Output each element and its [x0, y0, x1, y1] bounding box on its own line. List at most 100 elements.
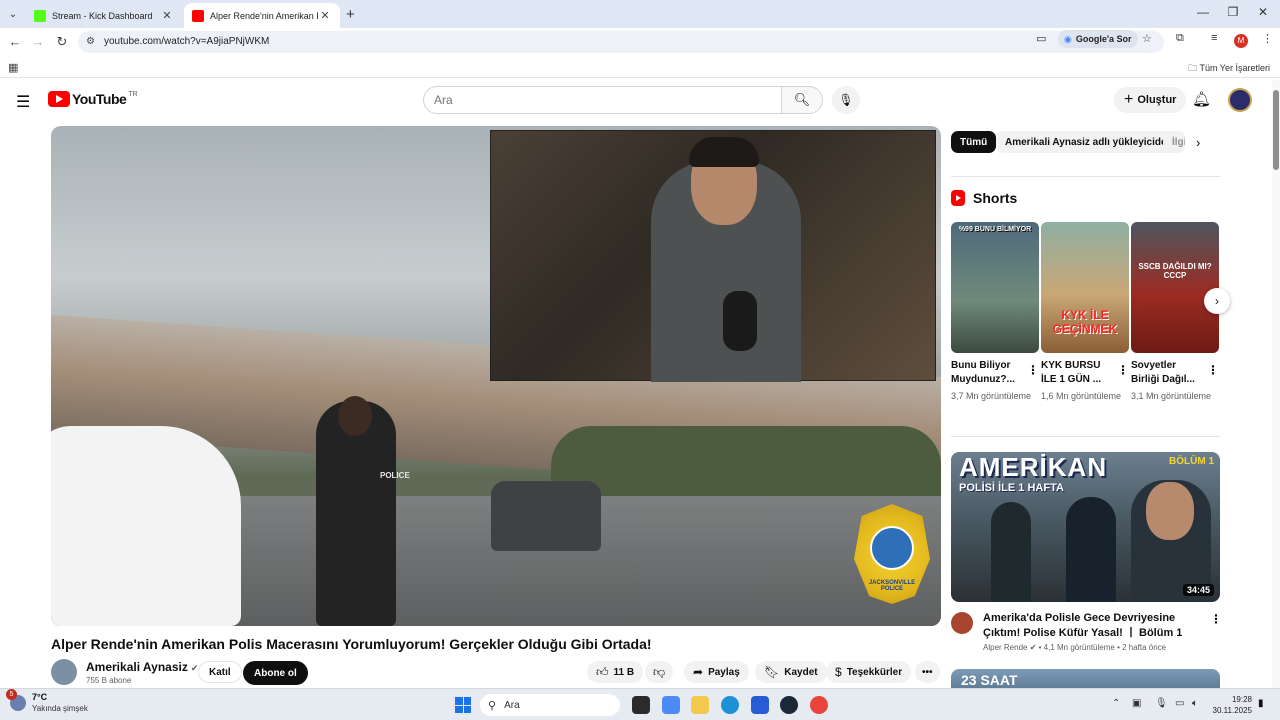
cast-icon[interactable]: ▭ — [1036, 32, 1046, 45]
volume-icon[interactable]: 🔈︎ — [1192, 698, 1198, 709]
short-item[interactable]: SSCB DAĞILDI MI? СССР Sovyetler Birliği … — [1131, 222, 1219, 403]
short-thumbnail[interactable]: SSCB DAĞILDI MI? СССР — [1131, 222, 1219, 353]
like-button[interactable]: 👍︎ 11 B — [587, 661, 644, 683]
duration-badge: 34:45 — [1182, 584, 1214, 596]
reading-list-icon[interactable]: ≡ — [1211, 32, 1217, 44]
short-title[interactable]: Bunu Biliyor Muydunuz?... — [951, 359, 1025, 387]
more-vertical-icon[interactable]: ⋮ — [1117, 363, 1129, 377]
widgets-icon[interactable] — [662, 696, 680, 714]
system-clock[interactable]: 19:28 30.11.2025 — [1212, 694, 1252, 716]
clock-date: 30.11.2025 — [1212, 706, 1252, 715]
channel-name[interactable]: Amerikali Aynasiz — [86, 660, 188, 674]
save-button[interactable]: 🔖︎ Kaydet — [755, 661, 827, 683]
short-item[interactable]: %99 BUNU BİLMİYOR Bunu Biliyor Muydunuz?… — [951, 222, 1039, 403]
page-scrollbar[interactable] — [1272, 80, 1280, 688]
video-player[interactable]: POLICE JACKSONVILLE POLICE — [51, 126, 941, 626]
notifications-bell-icon[interactable]: 🔔︎ — [1192, 90, 1211, 108]
reload-icon[interactable]: ↻ — [54, 34, 70, 50]
officer-vest-text: POLICE — [380, 471, 410, 480]
weather-alert-badge: 5 — [6, 689, 17, 700]
more-vertical-icon[interactable]: ⋮ — [1210, 612, 1222, 626]
recommended-thumbnail[interactable]: AMERİKAN POLİSİ İLE 1 HAFTA BÖLÜM 1 34:4… — [951, 452, 1220, 602]
more-vertical-icon[interactable]: ⋮ — [1207, 363, 1219, 377]
close-icon[interactable]: ✕ — [160, 9, 174, 22]
share-button[interactable]: ➦ Paylaş — [684, 661, 749, 683]
profile-avatar[interactable]: M — [1234, 34, 1248, 48]
store-icon[interactable] — [751, 696, 769, 714]
tab-youtube-video[interactable]: Alper Rende'nin Amerikan Polis ✕ — [184, 3, 340, 28]
google-ask-button[interactable]: ◉ Google'a Sor — [1058, 30, 1138, 48]
search-input[interactable] — [424, 87, 781, 113]
all-bookmarks-button[interactable]: 🗀 Tüm Yer İşaretleri — [1188, 61, 1270, 77]
site-info-icon[interactable]: ⚙ — [86, 36, 95, 47]
channel-avatar[interactable] — [951, 612, 973, 634]
more-vertical-icon[interactable]: ⋮ — [1027, 363, 1039, 377]
tab-search-button[interactable]: ⌄ — [4, 5, 22, 23]
network-icon[interactable]: ▭ — [1175, 698, 1184, 709]
tab-title: Stream - Kick Dashboard — [52, 10, 153, 21]
forward-arrow-icon[interactable]: → — [30, 34, 46, 49]
chip-related[interactable]: İlgi — [1163, 131, 1185, 153]
weather-widget[interactable]: 5 7°C Yakında şimşek — [6, 689, 88, 714]
chip-from-uploader[interactable]: Amerikali Aynasiz adlı yükleyiciden — [996, 131, 1182, 153]
restore-icon[interactable]: ❐ — [1223, 5, 1243, 19]
menu-icon[interactable]: ☰ — [16, 92, 30, 112]
country-code: TR — [128, 90, 138, 98]
save-label: Kaydet — [784, 666, 818, 678]
short-title[interactable]: Sovyetler Birliği Dağıl... — [1131, 359, 1205, 387]
chip-all[interactable]: Tümü — [951, 131, 997, 153]
short-title[interactable]: KYK BURSU İLE 1 GÜN ... — [1041, 359, 1115, 387]
file-explorer-icon[interactable] — [691, 696, 709, 714]
voice-search-button[interactable]: 🎙︎ — [832, 86, 860, 114]
short-thumb-text: KYK İLE GEÇİNMEK — [1052, 308, 1118, 336]
thumbs-up-icon: 👍︎ — [596, 664, 609, 679]
channel-avatar[interactable] — [51, 659, 77, 685]
taskbar-search[interactable]: ⚲ Ara — [480, 694, 620, 716]
scrollbar-thumb[interactable] — [1273, 90, 1279, 170]
url-text[interactable]: youtube.com/watch?v=A9jiaPNjWKM — [104, 36, 269, 47]
create-button[interactable]: + Oluştur — [1114, 87, 1187, 113]
thanks-button[interactable]: $ Teşekkürler — [826, 661, 912, 683]
window-close-icon[interactable]: ✕ — [1253, 5, 1273, 19]
extensions-icon[interactable]: ⧉ — [1176, 32, 1184, 45]
new-tab-button[interactable]: + — [346, 6, 355, 23]
back-arrow-icon[interactable]: ← — [7, 34, 23, 49]
recommended-meta: Alper Rende ✔ • 4,1 Mn görüntüleme • 2 h… — [983, 643, 1166, 652]
minimize-icon[interactable]: — — [1193, 5, 1213, 19]
more-actions-button[interactable]: ••• — [915, 661, 940, 683]
join-button[interactable]: Katıl — [198, 661, 242, 683]
task-view-icon[interactable] — [632, 696, 650, 714]
windows-start-icon[interactable] — [455, 697, 471, 713]
clock-time: 19:28 — [1231, 695, 1252, 704]
microphone-icon[interactable]: 🎙︎ — [1155, 698, 1168, 709]
recommended-title[interactable]: Amerika'da Polisle Gece Devriyesine Çıkt… — [983, 611, 1193, 641]
tray-overflow-icon[interactable]: ⌃ — [1112, 698, 1120, 709]
steam-icon[interactable] — [780, 696, 798, 714]
close-icon[interactable]: ✕ — [318, 9, 332, 22]
address-bar[interactable]: ⚙ youtube.com/watch?v=A9jiaPNjWKM — [78, 31, 1164, 53]
chevron-right-icon[interactable]: › — [1196, 135, 1200, 150]
subscribe-button[interactable]: Abone ol — [243, 661, 308, 685]
bookmark-star-icon[interactable]: ☆ — [1142, 32, 1152, 45]
search-box[interactable] — [423, 86, 782, 114]
account-avatar[interactable] — [1228, 88, 1252, 112]
video-scene-officer-head — [338, 396, 372, 436]
apps-grid-icon[interactable]: ▦ — [8, 61, 18, 74]
short-thumbnail[interactable]: KYK İLE GEÇİNMEK — [1041, 222, 1129, 353]
dislike-button[interactable]: 👎︎ — [645, 661, 674, 683]
channel-name-row[interactable]: Amerikali Aynasiz ✔ — [86, 660, 198, 674]
browser-menu-icon[interactable]: ⋮ — [1262, 32, 1273, 45]
notification-center-icon[interactable]: ▮ — [1258, 698, 1264, 709]
youtube-logo[interactable]: YouTube TR — [48, 91, 138, 107]
tab-kick-dashboard[interactable]: Stream - Kick Dashboard ✕ — [26, 3, 182, 28]
short-item[interactable]: KYK İLE GEÇİNMEK KYK BURSU İLE 1 GÜN ...… — [1041, 222, 1129, 403]
recommended-thumbnail[interactable]: 23 SAAT — [951, 669, 1220, 689]
tray-app-icon[interactable]: ▣ — [1132, 698, 1141, 709]
short-thumbnail[interactable]: %99 BUNU BİLMİYOR — [951, 222, 1039, 353]
recommended-age: 2 hafta önce — [1122, 643, 1167, 652]
shorts-next-button[interactable]: › — [1204, 288, 1230, 314]
edge-icon[interactable] — [721, 696, 739, 714]
recommended-channel[interactable]: Alper Rende — [983, 643, 1027, 652]
search-button[interactable]: 🔍︎ — [781, 86, 823, 114]
chrome-icon[interactable] — [810, 696, 828, 714]
